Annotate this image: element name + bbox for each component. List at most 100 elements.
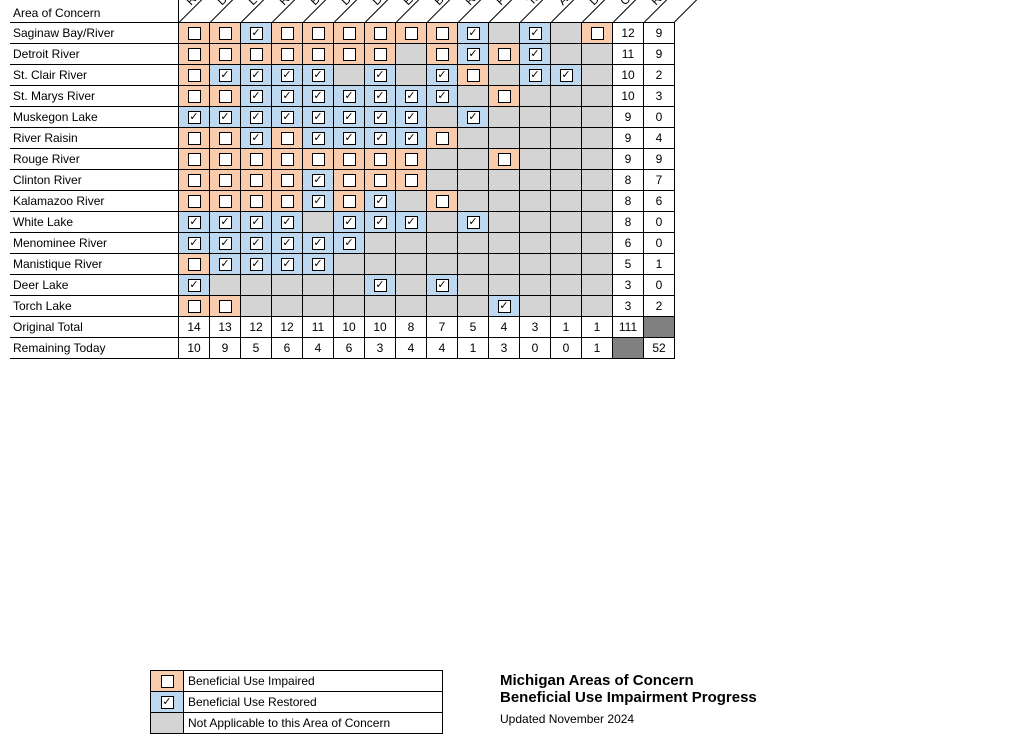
column-header: Loss of Fish and Wildlife Habitat — [241, 0, 272, 23]
row-remaining-total: 0 — [644, 275, 675, 296]
checkbox-empty-icon — [281, 195, 294, 208]
checkbox-checked-icon: ✓ — [374, 216, 387, 229]
matrix-cell — [458, 233, 489, 254]
checkbox-empty-icon — [281, 174, 294, 187]
column-header: Degradation of Fish and Wildlife Populat… — [334, 0, 365, 23]
column-header: Restrictions on Fish and Wildlife Consum… — [179, 0, 210, 23]
row-original-total: 11 — [613, 44, 644, 65]
matrix-cell: ✓ — [489, 296, 520, 317]
matrix-cell — [303, 23, 334, 44]
matrix-cell — [241, 275, 272, 296]
matrix-cell: ✓ — [303, 107, 334, 128]
matrix-cell — [396, 296, 427, 317]
matrix-cell — [582, 86, 613, 107]
matrix-cell — [582, 233, 613, 254]
matrix-cell: ✓ — [303, 86, 334, 107]
matrix-cell — [303, 44, 334, 65]
row-label: White Lake — [10, 212, 179, 233]
checkbox-checked-icon: ✓ — [250, 27, 263, 40]
checkbox-checked-icon: ✓ — [250, 258, 263, 271]
matrix-cell — [210, 44, 241, 65]
checkbox-checked-icon: ✓ — [188, 216, 201, 229]
matrix-cell — [396, 254, 427, 275]
row-label: Rouge River — [10, 149, 179, 170]
matrix-cell — [520, 212, 551, 233]
matrix-cell: ✓ — [458, 23, 489, 44]
matrix-cell — [365, 296, 396, 317]
matrix-cell — [396, 170, 427, 191]
row-remaining-total: 9 — [644, 149, 675, 170]
checkbox-empty-icon — [281, 27, 294, 40]
row-original-total: 8 — [613, 212, 644, 233]
legend-swatch-restored: ✓ — [151, 692, 184, 713]
matrix-cell — [396, 275, 427, 296]
checkbox-checked-icon: ✓ — [188, 237, 201, 250]
checkbox-empty-icon — [343, 153, 356, 166]
matrix-cell — [427, 128, 458, 149]
matrix-cell — [489, 23, 520, 44]
matrix-cell: ✓ — [272, 65, 303, 86]
checkbox-checked-icon: ✓ — [312, 132, 325, 145]
row-label: Manistique River — [10, 254, 179, 275]
matrix-cell — [210, 296, 241, 317]
matrix-cell — [334, 65, 365, 86]
matrix-cell — [334, 191, 365, 212]
matrix-cell: ✓ — [241, 86, 272, 107]
matrix-cell — [458, 86, 489, 107]
col-remaining-total: 9 — [210, 338, 241, 359]
matrix-cell: ✓ — [365, 65, 396, 86]
grand-remaining-total: 52 — [644, 338, 675, 359]
checkbox-empty-icon — [343, 27, 356, 40]
matrix-cell — [520, 254, 551, 275]
checkbox-checked-icon: ✓ — [281, 216, 294, 229]
checkbox-checked-icon: ✓ — [343, 90, 356, 103]
matrix-cell — [365, 233, 396, 254]
grand-original-total: 111 — [613, 317, 644, 338]
row-remaining-total: 9 — [644, 23, 675, 44]
col-original-total: 5 — [458, 317, 489, 338]
matrix-cell — [272, 191, 303, 212]
matrix-cell — [551, 170, 582, 191]
checkbox-checked-icon: ✓ — [343, 237, 356, 250]
checkbox-empty-icon — [250, 174, 263, 187]
checkbox-checked-icon: ✓ — [374, 90, 387, 103]
col-remaining-total: 0 — [520, 338, 551, 359]
matrix-cell — [334, 275, 365, 296]
checkbox-checked-icon: ✓ — [312, 195, 325, 208]
row-original-total: 3 — [613, 296, 644, 317]
legend-label-na: Not Applicable to this Area of Concern — [184, 713, 443, 734]
col-original-total: 1 — [582, 317, 613, 338]
row-label: St. Clair River — [10, 65, 179, 86]
matrix-cell — [241, 191, 272, 212]
checkbox-empty-icon — [188, 153, 201, 166]
checkbox-empty-icon — [374, 27, 387, 40]
matrix-cell: ✓ — [427, 275, 458, 296]
col-original-total: 8 — [396, 317, 427, 338]
matrix-cell — [551, 296, 582, 317]
matrix-cell — [210, 191, 241, 212]
matrix-cell — [179, 128, 210, 149]
checkbox-checked-icon: ✓ — [436, 69, 449, 82]
matrix-cell — [396, 23, 427, 44]
matrix-cell — [179, 86, 210, 107]
checkbox-empty-icon — [188, 132, 201, 145]
row-remaining-total: 3 — [644, 86, 675, 107]
matrix-cell — [489, 191, 520, 212]
legend-swatch-na — [151, 713, 184, 734]
checkbox-checked-icon: ✓ — [219, 258, 232, 271]
matrix-cell — [520, 191, 551, 212]
checkbox-checked-icon: ✓ — [281, 258, 294, 271]
checkbox-checked-icon: ✓ — [529, 27, 542, 40]
checkbox-checked-icon: ✓ — [560, 69, 573, 82]
matrix-cell: ✓ — [396, 128, 427, 149]
matrix-cell: ✓ — [241, 23, 272, 44]
matrix-cell: ✓ — [396, 212, 427, 233]
checkbox-checked-icon: ✓ — [219, 111, 232, 124]
col-original-total: 13 — [210, 317, 241, 338]
row-remaining-total: 0 — [644, 107, 675, 128]
checkbox-empty-icon — [188, 300, 201, 313]
matrix-cell — [396, 44, 427, 65]
checkbox-checked-icon: ✓ — [312, 237, 325, 250]
col-remaining-total: 6 — [272, 338, 303, 359]
matrix-cell: ✓ — [365, 191, 396, 212]
